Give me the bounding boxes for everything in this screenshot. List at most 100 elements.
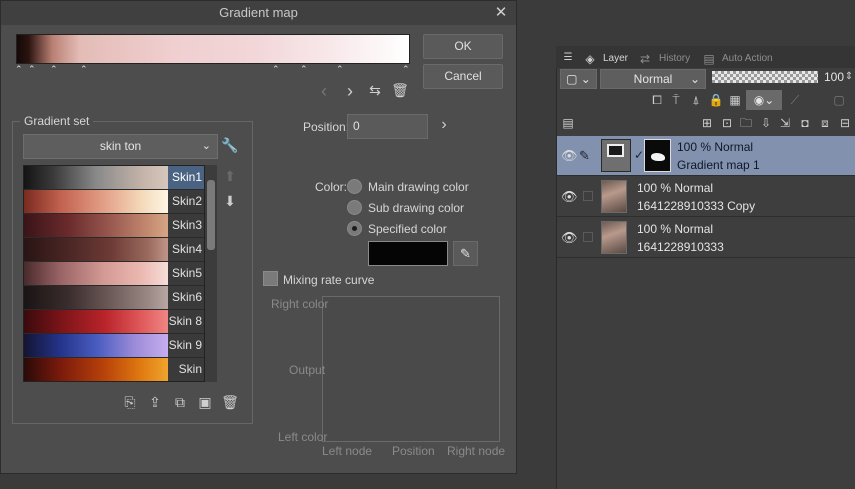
node-marker-icon[interactable]: ⌃ — [300, 65, 308, 74]
eye-icon[interactable]: 👁 — [561, 230, 578, 246]
list-item[interactable]: Skin5 — [24, 262, 204, 286]
list-item[interactable]: Skin6 — [24, 286, 204, 310]
specified-color-swatch[interactable] — [368, 241, 448, 266]
preset-label: Skin2 — [168, 190, 204, 213]
list-item[interactable]: Skin 9 — [24, 334, 204, 358]
gradient-swatch — [24, 166, 170, 189]
layer-lock-toggle[interactable] — [583, 191, 593, 201]
lock-transparency-icon[interactable]: ▦ — [727, 92, 743, 108]
layer-list-icon[interactable]: ▤ — [560, 115, 576, 131]
layer-color-select[interactable]: ▢ ⌄ — [560, 69, 597, 89]
chevron-left-icon[interactable]: ‹ — [316, 81, 332, 101]
gradient-preview-bar[interactable] — [16, 34, 410, 64]
gradient-set-select[interactable]: skin ton ⌄ — [23, 134, 218, 159]
layer-row-gradient-map[interactable]: 👁 ✎ ✓ 100 % Normal Gradient map 1 — [557, 136, 855, 176]
layer-row-original[interactable]: 👁 100 % Normal 1641228910333 — [557, 218, 855, 258]
gradient-swatch — [24, 358, 170, 381]
layer-blend-info: 100 % Normal — [637, 181, 714, 195]
color-box-icon[interactable]: ▢ — [831, 92, 847, 108]
opacity-slider[interactable] — [712, 71, 818, 83]
list-item[interactable]: Skin 8 — [24, 310, 204, 334]
delete-layer-icon[interactable]: ⊟ — [837, 115, 853, 131]
export-gradient-icon[interactable]: ⇪ — [146, 394, 164, 412]
reference-layer-icon[interactable]: ⍑ — [668, 92, 684, 108]
sub-color-radio[interactable] — [347, 200, 362, 215]
flip-gradient-icon[interactable]: ⇆ — [366, 82, 384, 100]
new-folder-icon[interactable]: 🗀 — [738, 115, 754, 131]
mask-select[interactable]: ◉⌄ — [746, 90, 782, 110]
tab-history[interactable]: History — [659, 50, 690, 68]
list-item[interactable]: Skin2 — [24, 190, 204, 214]
node-marker-icon[interactable]: ⌃ — [50, 65, 58, 74]
preset-label: Skin 8 — [168, 310, 204, 333]
chevron-right-icon[interactable]: › — [436, 116, 452, 136]
new-mask-icon[interactable]: ◘ — [797, 115, 813, 131]
eye-icon[interactable]: 👁 — [561, 148, 578, 164]
clip-layer-icon[interactable]: ⧠ — [649, 92, 665, 108]
eye-icon[interactable]: 👁 — [561, 189, 578, 205]
ok-button[interactable]: OK — [423, 34, 503, 59]
import-gradient-icon[interactable]: ⎘ — [121, 394, 139, 412]
lock-icon[interactable]: 🔒 — [708, 92, 724, 108]
tab-layer[interactable]: Layer — [603, 50, 628, 68]
move-down-icon[interactable]: ⬇ — [222, 193, 238, 209]
right-color-label: Right color — [271, 297, 329, 311]
node-marker-icon[interactable]: ⌃ — [15, 65, 23, 74]
chevron-down-icon: ⌄ — [689, 72, 700, 86]
pen-icon: ✎ — [579, 148, 590, 163]
dialog-title: Gradient map — [219, 5, 298, 20]
mixing-rate-curve-checkbox[interactable] — [263, 271, 278, 286]
list-item[interactable]: Skin 10 — [24, 358, 204, 381]
chevron-right-icon[interactable]: › — [342, 81, 358, 101]
scrollbar-thumb[interactable] — [207, 180, 215, 250]
ruler-icon[interactable]: ⟋ — [787, 92, 803, 108]
duplicate-gradient-icon[interactable]: ⧉ — [171, 394, 189, 412]
draft-layer-icon[interactable]: ⍋ — [688, 92, 704, 108]
layer-mask-thumbnail[interactable] — [644, 139, 671, 172]
main-color-radio[interactable] — [347, 179, 362, 194]
specified-color-radio[interactable] — [347, 221, 362, 236]
layer-row-copy[interactable]: 👁 100 % Normal 1641228910333 Copy — [557, 177, 855, 217]
preset-label: Skin 10 — [168, 358, 204, 381]
node-marker-icon[interactable]: ⌃ — [336, 65, 344, 74]
mixing-rate-curve-label: Mixing rate curve — [283, 273, 375, 287]
layer-thumbnail — [601, 180, 627, 213]
list-item[interactable]: Skin3 — [24, 214, 204, 238]
gradient-swatch — [24, 310, 170, 333]
new-vector-layer-icon[interactable]: ⊡ — [719, 115, 735, 131]
move-up-icon[interactable]: ⬆ — [222, 168, 238, 184]
apply-mask-icon[interactable]: ⧈ — [817, 115, 833, 131]
node-marker-icon[interactable]: ⌃ — [80, 65, 88, 74]
list-item[interactable]: Skin4 — [24, 238, 204, 262]
list-item[interactable]: Skin1 — [24, 166, 204, 190]
combine-down-icon[interactable]: ⇲ — [777, 115, 793, 131]
mixing-rate-curve-graph — [322, 296, 500, 442]
tab-auto-action[interactable]: Auto Action — [722, 50, 773, 68]
delete-gradient-icon[interactable]: 🗑 — [221, 394, 239, 412]
gradient-map-icon — [607, 144, 624, 157]
trash-icon[interactable]: 🗑 — [391, 82, 409, 100]
node-marker-icon[interactable]: ⌃ — [402, 65, 410, 74]
right-node-label: Right node — [447, 444, 506, 458]
node-marker-icon[interactable]: ⌃ — [28, 65, 36, 74]
eyedropper-icon[interactable]: ✎ — [453, 241, 478, 266]
blend-mode-select[interactable]: Normal ⌄ — [600, 69, 706, 89]
close-icon[interactable]: ✕ — [492, 1, 510, 25]
transfer-down-icon[interactable]: ⇩ — [758, 115, 774, 131]
node-marker-icon[interactable]: ⌃ — [272, 65, 280, 74]
cancel-button[interactable]: Cancel — [423, 64, 503, 89]
wrench-icon[interactable]: 🔧 — [221, 137, 239, 155]
blend-mode-value: Normal — [633, 72, 673, 86]
add-gradient-icon[interactable]: ▣ — [196, 394, 214, 412]
menu-icon[interactable]: ☰ — [560, 50, 576, 66]
main-color-option: Main drawing color — [368, 180, 469, 194]
layer-lock-toggle[interactable] — [583, 232, 593, 242]
layer-name: 1641228910333 Copy — [637, 199, 756, 213]
layer-blend-info: 100 % Normal — [677, 140, 754, 154]
history-tab-icon: ⇄ — [639, 52, 651, 66]
gradient-preset-list: Skin1 Skin2 Skin3 Skin4 Skin5 Skin6 Skin… — [23, 165, 205, 382]
opacity-stepper-icon[interactable]: ⇕ — [841, 69, 855, 85]
new-raster-layer-icon[interactable]: ⊞ — [699, 115, 715, 131]
position-input[interactable]: 0 — [347, 114, 428, 139]
preset-label: Skin 9 — [168, 334, 204, 357]
